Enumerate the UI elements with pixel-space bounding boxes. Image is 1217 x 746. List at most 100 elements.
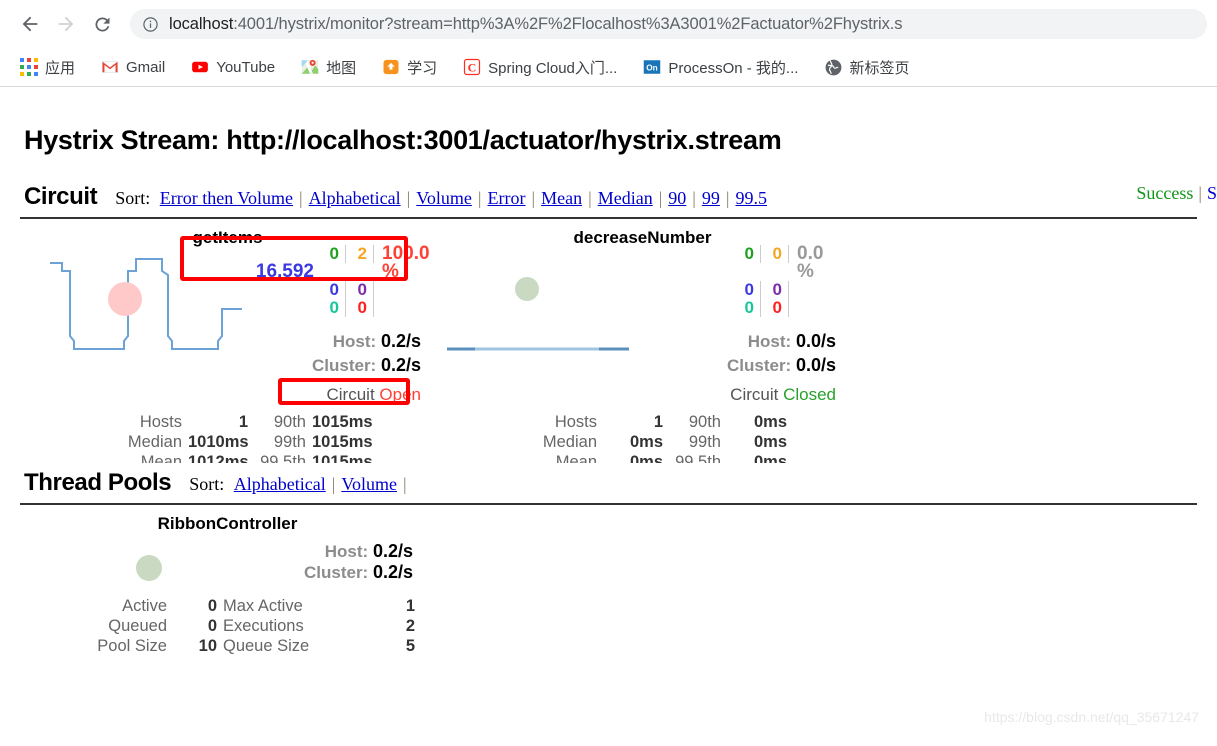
cluster-rate: 0.2/s (380, 355, 421, 375)
counter-timeout: 0 (346, 281, 374, 299)
circuit-rate-wrap: 16,592 (242, 245, 318, 299)
forward-button (48, 6, 84, 42)
stat-99th-label: 99th (688, 433, 721, 451)
thread-pool-list: RibbonController Host: 0.2/s Cluster: 0.… (20, 509, 1197, 669)
sort-link-995[interactable]: 99.5 (736, 188, 768, 208)
bookmark-youtube[interactable]: YouTube (183, 53, 283, 81)
circuit-rate-value: 16,592 (255, 261, 314, 282)
bookmark-gmail[interactable]: Gmail (93, 53, 173, 81)
stat-hosts-label: Hosts (554, 413, 597, 431)
browser-toolbar: localhost:4001/hystrix/monitor?stream=ht… (0, 0, 1217, 48)
circuit-rates: Host: 0.0/s Cluster: 0.0/s (727, 331, 836, 379)
circuit-divider (20, 217, 1197, 219)
bookmark-label: 新标签页 (849, 59, 910, 77)
reload-icon (92, 14, 113, 35)
green-circle-marker (515, 277, 539, 301)
stat-median-value: 0ms (629, 433, 663, 451)
sort-label: Sort: (115, 188, 151, 208)
legend-truncated: S (1206, 183, 1217, 203)
back-button[interactable] (12, 6, 48, 42)
sort-link-error-then-volume[interactable]: Error then Volume (160, 188, 293, 208)
cloud-folder-icon (382, 58, 400, 76)
sort-link-median[interactable]: Median (598, 188, 653, 208)
address-bar[interactable]: localhost:4001/hystrix/monitor?stream=ht… (130, 9, 1207, 39)
thread-pool-divider (20, 503, 1197, 505)
back-arrow-icon (19, 13, 41, 35)
tp-queue-size-value: 5 (405, 637, 415, 655)
stat-995th-value: 1015ms (312, 453, 373, 463)
stat-mean-label: Mean (555, 453, 597, 463)
bookmark-maps[interactable]: 地图 (293, 53, 364, 81)
stat-mean-value: 0ms (629, 453, 663, 463)
hystrix-dashboard-page: Hystrix Stream: http://localhost:3001/ac… (0, 87, 1217, 737)
circuit-status-value: Open (379, 385, 421, 404)
sort-link-90[interactable]: 90 (668, 188, 686, 208)
tp-executions-value: 2 (405, 617, 415, 635)
counter-thread-rejected: 0 (733, 299, 761, 317)
counter-short-circuited: 0 (761, 245, 789, 263)
stat-99th-label: 99th (273, 433, 306, 451)
bookmark-processon[interactable]: On ProcessOn - 我的... (635, 53, 806, 81)
bookmark-label: YouTube (216, 58, 276, 76)
thread-pool-circle (132, 551, 166, 590)
tp-sort-link-alphabetical[interactable]: Alphabetical (234, 474, 326, 494)
processon-icon: On (643, 58, 661, 76)
bookmark-apps[interactable]: 应用 (12, 53, 83, 81)
sort-link-mean[interactable]: Mean (541, 188, 582, 208)
status-legend: Success | S (1136, 183, 1217, 203)
thread-pool-stats: Active 0 Max Active 1 Queued 0 Execution… (75, 597, 430, 656)
tp-active-label: Active (122, 597, 167, 615)
sort-link-99[interactable]: 99 (702, 188, 720, 208)
url-text: localhost:4001/hystrix/monitor?stream=ht… (169, 15, 902, 34)
stat-99th-value: 0ms (753, 433, 787, 451)
bookmark-spring-cloud[interactable]: C Spring Cloud入门... (455, 53, 625, 81)
tp-cluster-label: Cluster: (303, 563, 369, 582)
tp-max-active-value: 1 (405, 597, 415, 615)
bookmark-xuexi[interactable]: 学习 (374, 53, 445, 81)
sort-link-error[interactable]: Error (488, 188, 526, 208)
cluster-label: Cluster: (311, 356, 377, 375)
thread-pool-monitor[interactable]: RibbonController Host: 0.2/s Cluster: 0.… (20, 509, 435, 669)
green-circle-marker (136, 555, 162, 581)
stat-mean-label: Mean (140, 453, 182, 463)
cluster-label: Cluster: (726, 356, 792, 375)
thread-pool-section-header: Thread Pools Sort: Alphabetical | Volume | (20, 469, 1197, 497)
error-percentage: 0.0 % (797, 243, 824, 282)
stat-median-label: Median (542, 433, 597, 451)
legend-success: Success (1136, 183, 1194, 203)
stat-995th-label: 99.5th (260, 453, 306, 463)
host-rate: 0.2/s (380, 331, 421, 351)
cluster-rate: 0.0/s (795, 355, 836, 375)
reload-button[interactable] (84, 6, 120, 42)
circuit-status: Circuit Closed (730, 385, 836, 405)
tp-queued-value: 0 (207, 617, 217, 635)
sort-link-volume[interactable]: Volume (416, 188, 472, 208)
circuit-sparkline (447, 241, 657, 376)
sort-link-alphabetical[interactable]: Alphabetical (309, 188, 401, 208)
apps-grid-icon (20, 58, 38, 76)
thread-pool-name: RibbonController (157, 514, 298, 533)
pink-circle-marker (108, 282, 142, 316)
tp-sort-link-volume[interactable]: Volume (341, 474, 397, 494)
circuit-sort-bar: Sort: Error then Volume | Alphabetical | Vol… (115, 188, 768, 208)
stat-hosts-value: 1 (653, 413, 663, 431)
thread-pools-heading: Thread Pools (24, 469, 172, 496)
circuit-status-value: Closed (783, 385, 836, 404)
error-percentage: 100.0 % (382, 243, 430, 282)
tp-host-rate: 0.2/s (372, 541, 413, 561)
circuit-stats: Hosts 1 90th 0ms Median 0ms 99th 0ms Mea… (525, 413, 845, 463)
bookmark-label: 地图 (326, 59, 357, 77)
circuit-counters: 0 0 0.0 % 0 0 0 0 (657, 243, 842, 317)
google-maps-icon (301, 58, 319, 76)
tp-active-value: 0 (207, 597, 217, 615)
counter-short-circuited: 2 (346, 245, 374, 263)
circuit-rate-wrap (657, 245, 733, 299)
bookmark-label: Gmail (126, 58, 166, 76)
circuit-status-label: Circuit (326, 385, 375, 404)
bookmark-new-tab[interactable]: 新标签页 (816, 53, 917, 81)
circuit-monitor[interactable]: getItems 16,592 0 2 100.0 % 0 0 0 0 Host… (20, 223, 435, 463)
host-label: Host: (332, 332, 377, 351)
page-info-icon[interactable] (142, 16, 159, 33)
circuit-monitor[interactable]: decreaseNumber 0 0 0.0 % 0 0 0 0 Host: 0… (435, 223, 850, 463)
circuit-status: Circuit Open (327, 385, 422, 405)
